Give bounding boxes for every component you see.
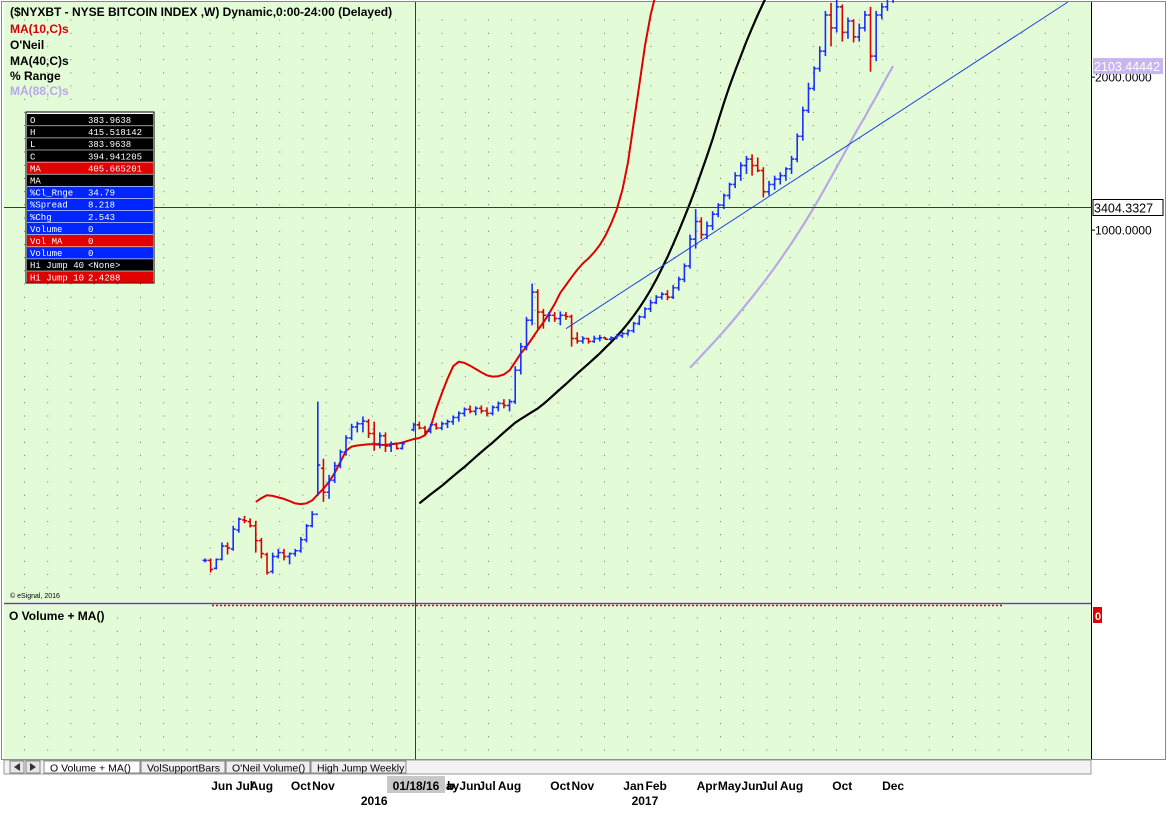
data-window-value: 0 xyxy=(88,237,93,247)
x-year-label: 2017 xyxy=(632,794,659,808)
x-month-label: Aug xyxy=(780,779,803,793)
x-month-label: Aug xyxy=(250,779,273,793)
study-tab-label: O Volume + MA() xyxy=(50,763,131,775)
data-window-value: 405.665201 xyxy=(88,164,142,174)
y-tick-label: 1000.0000 xyxy=(1095,224,1152,238)
data-window-value: 0 xyxy=(88,225,93,235)
data-window-label: MA xyxy=(30,164,41,174)
data-window-label: Vol MA xyxy=(30,237,63,247)
x-month-label: Aug xyxy=(498,779,521,793)
legend-oneil[interactable]: O'Neil xyxy=(10,38,44,52)
data-window-value: 2.4288 xyxy=(88,273,120,283)
data-window-value: 8.218 xyxy=(88,201,115,211)
x-month-label: Oct xyxy=(550,779,570,793)
x-month-label: Apr xyxy=(697,779,718,793)
data-window-label: Hi Jump 40 xyxy=(30,261,84,271)
data-window-row: %Chg 2.543 xyxy=(27,211,153,223)
x-month-label: Jan xyxy=(623,779,644,793)
data-window-value: 415.518142 xyxy=(88,128,142,138)
data-window-value: 383.9638 xyxy=(88,140,131,150)
data-window-label: %Cl_Rnge xyxy=(30,189,73,199)
tab-scroll-left[interactable] xyxy=(10,761,24,773)
x-month-label: Jul xyxy=(760,779,777,793)
study-tab[interactable]: O'Neil Volume() xyxy=(226,761,310,775)
data-window-label: MA xyxy=(30,177,41,187)
chart-window: 15000.000012000.000010000.00009000.00008… xyxy=(0,0,1169,820)
legend-ma88[interactable]: MA(88,C)s xyxy=(10,84,69,98)
data-window: O 383.9638 H 415.518142 L 383.9638 C 394.941205… xyxy=(26,112,154,283)
data-window-label: H xyxy=(30,128,35,138)
legend-ma10[interactable]: MA(10,C)s xyxy=(10,22,69,36)
study-tabs: O Volume + MA() VolSupportBars O'Neil Volu… xyxy=(44,761,406,775)
data-window-row: Hi Jump 10 2.4288 xyxy=(27,271,153,283)
x-month-label: Feb xyxy=(646,779,667,793)
data-window-row: O 383.9638 xyxy=(27,114,153,126)
data-window-label: L xyxy=(30,140,35,150)
data-window-row: MA xyxy=(27,175,153,187)
data-window-value: 34.79 xyxy=(88,189,115,199)
price-pane[interactable] xyxy=(4,2,1091,602)
copyright: © eSignal, 2016 xyxy=(10,592,60,600)
data-window-value: 2.543 xyxy=(88,213,115,223)
data-window-label: O xyxy=(30,116,35,126)
data-window-row: H 415.518142 xyxy=(27,126,153,138)
x-month-label: Dec xyxy=(882,779,904,793)
data-window-row: %Cl_Rnge 34.79 xyxy=(27,187,153,199)
study-tab[interactable]: VolSupportBars xyxy=(141,761,225,775)
data-window-row: MA 405.665201 xyxy=(27,162,153,174)
data-window-row-bg xyxy=(27,175,153,187)
data-window-row: Vol MA 0 xyxy=(27,235,153,247)
crosshair-date-suffix: b xyxy=(447,779,454,793)
x-year-label: 2016 xyxy=(361,794,388,808)
data-window-row: Volume 0 xyxy=(27,223,153,235)
data-window-row: C 394.941205 xyxy=(27,150,153,162)
data-window-label: Volume xyxy=(30,249,62,259)
data-window-value: 0 xyxy=(88,249,93,259)
volume-badge-value: 0 xyxy=(1095,611,1101,623)
study-tab[interactable]: High Jump Weekly xyxy=(311,761,406,775)
study-tab-label: VolSupportBars xyxy=(147,763,220,775)
data-window-value: 394.941205 xyxy=(88,152,142,162)
data-window-row: Volume 0 xyxy=(27,247,153,259)
study-tab-label: O'Neil Volume() xyxy=(232,763,305,775)
data-window-row: Hi Jump 40 <None> xyxy=(27,259,153,271)
study-tab[interactable]: O Volume + MA() xyxy=(44,761,140,775)
volume-pane-title[interactable]: O Volume + MA() xyxy=(9,609,104,623)
tab-scroll-right[interactable] xyxy=(26,761,40,773)
data-window-value: <None> xyxy=(88,261,120,271)
price-axis[interactable] xyxy=(1091,2,1165,759)
crosshair-date: 01/18/16 xyxy=(393,779,440,793)
crosshair-price: 3404.3327 xyxy=(1094,202,1153,216)
x-month-label: Jul xyxy=(478,779,495,793)
legend-percent-range[interactable]: % Range xyxy=(10,69,61,83)
x-month-label: Nov xyxy=(312,779,335,793)
data-window-row: %Spread 8.218 xyxy=(27,199,153,211)
study-tab-label: High Jump Weekly xyxy=(317,763,405,775)
chart-title: ($NYXBT - NYSE BITCOIN INDEX ,W) Dynamic… xyxy=(10,5,392,19)
x-month-label: Jun xyxy=(211,779,232,793)
data-window-label: %Spread xyxy=(30,201,68,211)
volume-pane[interactable] xyxy=(4,605,1091,759)
data-window-label: Hi Jump 10 xyxy=(30,273,84,283)
data-window-label: %Chg xyxy=(30,213,52,223)
price-badge: 2103.44442 xyxy=(1094,60,1160,74)
legend-ma40[interactable]: MA(40,C)s xyxy=(10,54,69,68)
x-month-label: Oct xyxy=(832,779,852,793)
data-window-label: Volume xyxy=(30,225,62,235)
x-month-label: May xyxy=(718,779,742,793)
data-window-row: L 383.9638 xyxy=(27,138,153,150)
data-window-label: C xyxy=(30,152,36,162)
chart-svg: 15000.000012000.000010000.00009000.00008… xyxy=(0,0,1169,820)
x-month-label: Oct xyxy=(291,779,311,793)
data-window-value: 383.9638 xyxy=(88,116,131,126)
x-month-label: Nov xyxy=(572,779,595,793)
